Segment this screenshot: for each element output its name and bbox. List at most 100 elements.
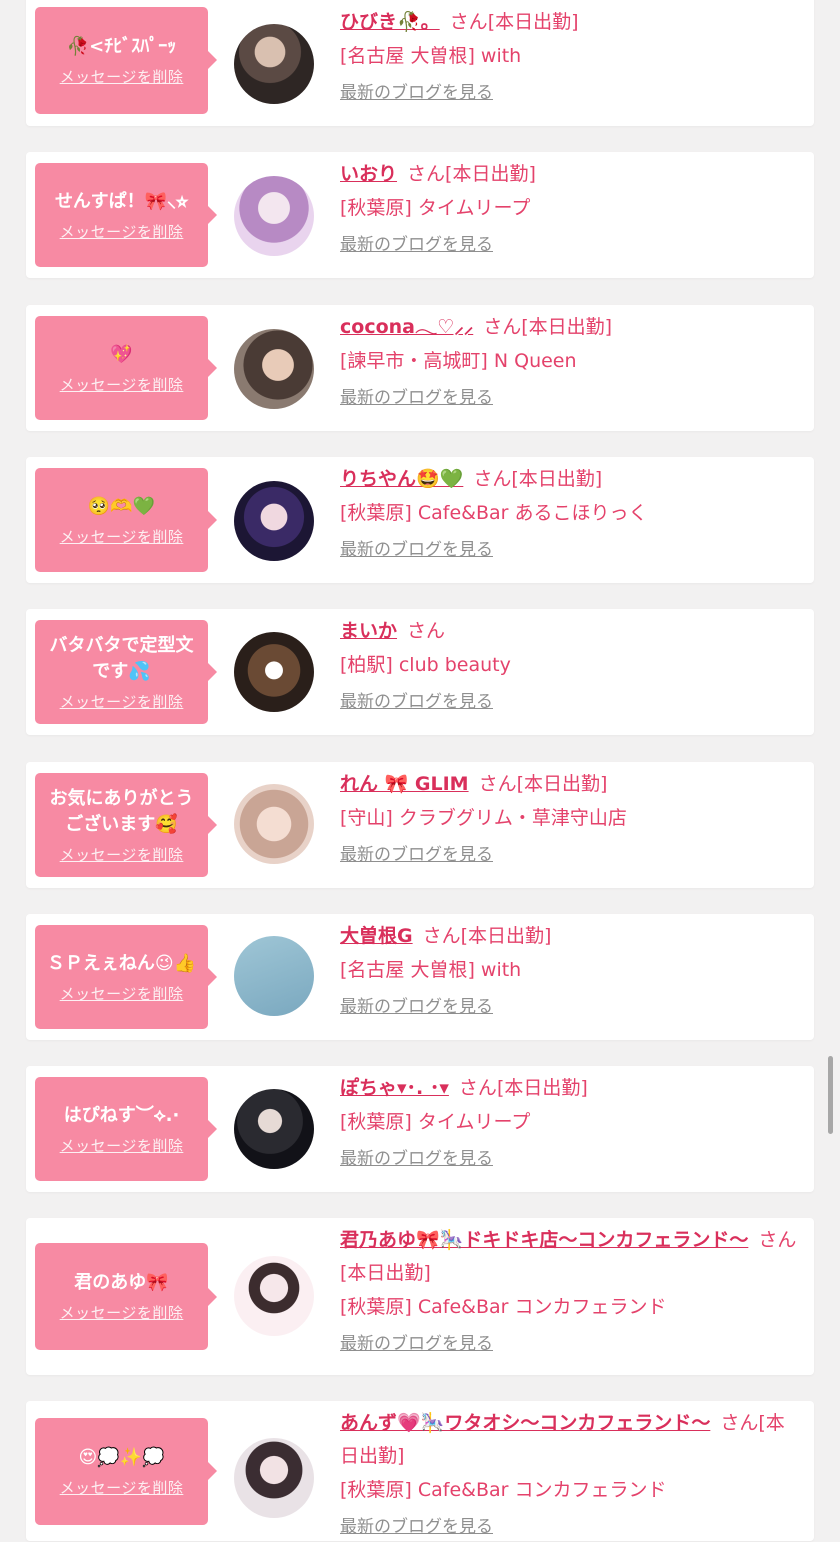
honorific-san: さん xyxy=(758,1229,797,1251)
avatar[interactable] xyxy=(234,176,314,256)
message-bubble: せんすぱ！🎀⸜⭐︎ メッセージを削除 xyxy=(35,163,217,267)
cast-name-link[interactable]: ぽちゃ▾･. ･▾ xyxy=(340,1077,449,1099)
cast-name-link[interactable]: あんず💗🎠ワタオシ〜コンカフェランド〜 xyxy=(340,1412,710,1434)
message-text: はぴねす︶⟡.· xyxy=(63,1104,180,1126)
favorite-card: ＳＰえぇねん😉👍 メッセージを削除 大曽根G さん[本日出勤] [名古屋 大曽根] wi… xyxy=(26,914,814,1040)
delete-message-link[interactable]: メッセージを削除 xyxy=(60,844,184,865)
cast-name-link[interactable]: ひびき🥀。 xyxy=(340,11,440,33)
honorific-san: さん xyxy=(473,468,512,490)
honorific-san: さん xyxy=(449,11,488,33)
shift-status: [本日出勤] xyxy=(521,316,613,338)
avatar[interactable] xyxy=(234,24,314,104)
shop-name: [秋葉原] タイムリープ xyxy=(340,1111,531,1133)
shift-status: [本日出勤] xyxy=(487,11,579,33)
shift-status: [本日出勤] xyxy=(460,925,552,947)
delete-message-link[interactable]: メッセージを削除 xyxy=(60,221,184,242)
avatar[interactable] xyxy=(234,784,314,864)
message-bubble: 😍💭✨💭 メッセージを削除 xyxy=(35,1417,217,1525)
avatar[interactable] xyxy=(234,1089,314,1169)
avatar[interactable] xyxy=(234,1256,314,1336)
view-latest-blog-link[interactable]: 最新のブログを見る xyxy=(340,1329,493,1359)
delete-message-link[interactable]: メッセージを削除 xyxy=(60,983,184,1004)
delete-message-link[interactable]: メッセージを削除 xyxy=(60,1477,184,1498)
view-latest-blog-link[interactable]: 最新のブログを見る xyxy=(340,78,493,108)
favorite-card: 😍💭✨💭 メッセージを削除 あんず💗🎠ワタオシ〜コンカフェランド〜 さん[本日出勤] [… xyxy=(26,1401,814,1541)
honorific-san: さん xyxy=(478,773,517,795)
name-line: ぽちゃ▾･. ･▾ さん[本日出勤] xyxy=(340,1072,798,1105)
scrollbar[interactable] xyxy=(828,1056,833,1134)
cast-name-link[interactable]: 大曽根G xyxy=(340,925,413,947)
message-bubble: ＳＰえぇねん😉👍 メッセージを削除 xyxy=(35,925,217,1029)
delete-message-link[interactable]: メッセージを削除 xyxy=(60,1135,184,1156)
cast-name-link[interactable]: 君乃あゆ🎀🎠ドキドキ店〜コンカフェランド〜 xyxy=(340,1229,748,1251)
view-latest-blog-link[interactable]: 最新のブログを見る xyxy=(340,535,493,565)
view-latest-blog-link[interactable]: 最新のブログを見る xyxy=(340,687,493,717)
message-text: 🥺🫶💚 xyxy=(87,495,156,517)
shift-status: [本日出勤] xyxy=(340,1262,431,1284)
honorific-san: さん xyxy=(422,925,461,947)
shop-name: [秋葉原] Cafe&Bar あるこほりっく xyxy=(340,502,648,524)
shift-status: [本日出勤] xyxy=(511,468,603,490)
shop-name: [秋葉原] Cafe&Bar コンカフェランド xyxy=(340,1296,667,1318)
delete-message-link[interactable]: メッセージを削除 xyxy=(60,1302,184,1323)
honorific-san: さん xyxy=(407,620,446,642)
avatar[interactable] xyxy=(234,481,314,561)
cast-name-link[interactable]: いおり xyxy=(340,163,397,185)
view-latest-blog-link[interactable]: 最新のブログを見る xyxy=(340,1512,493,1542)
avatar[interactable] xyxy=(234,936,314,1016)
message-bubble: バタバタで定型文です💦 メッセージを削除 xyxy=(35,620,217,724)
cast-info: ぽちゃ▾･. ･▾ さん[本日出勤] [秋葉原] タイムリープ最新のブログを見る xyxy=(340,1072,798,1174)
cast-info: れん 🎀 GLIM さん[本日出勤] [守山] クラブグリム・草津守山店 最新のブログ… xyxy=(340,768,798,870)
cast-name-link[interactable]: れん 🎀 GLIM xyxy=(340,773,469,795)
message-text: せんすぱ！🎀⸜⭐︎ xyxy=(54,190,189,212)
cast-name-link[interactable]: まいか xyxy=(340,620,397,642)
name-line: 君乃あゆ🎀🎠ドキドキ店〜コンカフェランド〜 さん [本日出勤] xyxy=(340,1224,798,1290)
shop-name: [守山] クラブグリム・草津守山店 xyxy=(340,807,627,829)
favorite-card: 🥀<ﾁﾋﾞｽﾊﾟｰｯ メッセージを削除 ひびき🥀。 さん[本日出勤] [名古屋 大曽根]… xyxy=(26,0,814,126)
cast-name-link[interactable]: cocona𓂃♡⸝⸝ xyxy=(340,316,473,338)
message-text: 💖 xyxy=(110,343,133,365)
name-line: あんず💗🎠ワタオシ〜コンカフェランド〜 さん[本日出勤] xyxy=(340,1407,798,1473)
view-latest-blog-link[interactable]: 最新のブログを見る xyxy=(340,230,493,260)
cast-info: りちやん🤩💚 さん[本日出勤] [秋葉原] Cafe&Bar あるこほりっく最新のブ… xyxy=(340,463,798,565)
cast-info: あんず💗🎠ワタオシ〜コンカフェランド〜 さん[本日出勤] [秋葉原] Cafe&Ba… xyxy=(340,1407,798,1542)
favorite-card: はぴねす︶⟡.· メッセージを削除 ぽちゃ▾･. ･▾ さん[本日出勤] [秋葉原] タ… xyxy=(26,1066,814,1192)
delete-message-link[interactable]: メッセージを削除 xyxy=(60,691,184,712)
honorific-san: さん xyxy=(720,1412,759,1434)
avatar[interactable] xyxy=(234,632,314,712)
name-line: りちやん🤩💚 さん[本日出勤] xyxy=(340,463,798,496)
cast-name-link[interactable]: りちやん🤩💚 xyxy=(340,468,463,490)
cast-info: cocona𓂃♡⸝⸝ さん[本日出勤] [諫早市・高城町] N Queen 最新のブロ… xyxy=(340,311,798,413)
message-bubble: 君のあゆ🎀 メッセージを削除 xyxy=(35,1243,217,1350)
favorites-list: 🥀<ﾁﾋﾞｽﾊﾟｰｯ メッセージを削除 ひびき🥀。 さん[本日出勤] [名古屋 大曽根]… xyxy=(0,0,840,1541)
avatar-image xyxy=(234,24,314,104)
avatar-image xyxy=(234,1438,314,1518)
view-latest-blog-link[interactable]: 最新のブログを見る xyxy=(340,992,493,1022)
view-latest-blog-link[interactable]: 最新のブログを見る xyxy=(340,1144,493,1174)
avatar-image xyxy=(234,1089,314,1169)
name-line: ひびき🥀。 さん[本日出勤] xyxy=(340,6,798,39)
avatar-image xyxy=(234,329,314,409)
shop-name: [柏駅] club beauty xyxy=(340,654,511,676)
avatar[interactable] xyxy=(234,329,314,409)
name-line: まいか さん xyxy=(340,615,798,648)
message-bubble: はぴねす︶⟡.· メッセージを削除 xyxy=(35,1077,217,1181)
name-line: れん 🎀 GLIM さん[本日出勤] xyxy=(340,768,798,801)
message-bubble: 💖 メッセージを削除 xyxy=(35,316,217,420)
delete-message-link[interactable]: メッセージを削除 xyxy=(60,374,184,395)
avatar[interactable] xyxy=(234,1438,314,1518)
view-latest-blog-link[interactable]: 最新のブログを見る xyxy=(340,840,493,870)
delete-message-link[interactable]: メッセージを削除 xyxy=(60,66,184,87)
cast-info: 君乃あゆ🎀🎠ドキドキ店〜コンカフェランド〜 さん [本日出勤] [秋葉原] Cafe&… xyxy=(340,1224,798,1359)
avatar-image xyxy=(234,1256,314,1336)
shift-status: [本日出勤] xyxy=(445,163,536,185)
message-bubble: お気にありがとうございます🥰 メッセージを削除 xyxy=(35,773,217,877)
name-line: cocona𓂃♡⸝⸝ さん[本日出勤] xyxy=(340,311,798,344)
delete-message-link[interactable]: メッセージを削除 xyxy=(60,526,184,547)
cast-info: 大曽根G さん[本日出勤] [名古屋 大曽根] with 最新のブログを見る xyxy=(340,920,798,1022)
cast-info: いおり さん[本日出勤] [秋葉原] タイムリープ 最新のブログを見る xyxy=(340,158,798,260)
message-bubble: 🥀<ﾁﾋﾞｽﾊﾟｰｯ メッセージを削除 xyxy=(35,6,217,114)
view-latest-blog-link[interactable]: 最新のブログを見る xyxy=(340,383,493,413)
shop-name: [秋葉原] タイムリープ xyxy=(340,197,531,219)
message-text: お気にありがとうございます🥰 xyxy=(49,787,194,835)
